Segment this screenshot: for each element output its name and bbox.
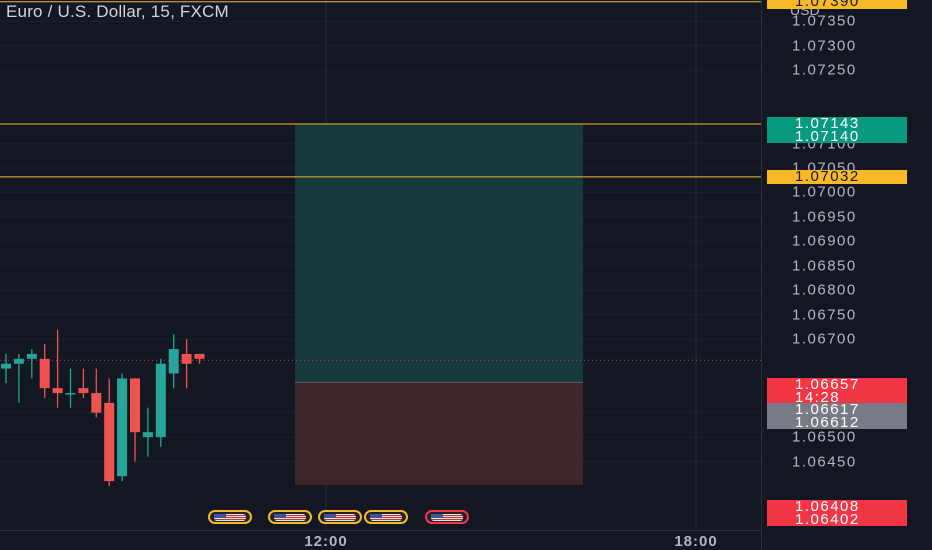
price-tick-label: 1.07300 (792, 37, 857, 55)
price-axis[interactable]: USD 1.07350 1.07300 1.07250 1.07100 1.07050 1… (761, 0, 932, 550)
price-tick-label: 1.07000 (792, 183, 857, 201)
candle-body (181, 353, 192, 364)
stop-loss-tag: 1.06408 1.06402 (767, 499, 907, 527)
candle-body (155, 363, 166, 438)
price-tick-label: 1.07250 (792, 61, 857, 79)
price-tick-label: 1.06950 (792, 208, 857, 226)
chart-canvas[interactable] (0, 0, 761, 530)
candle-body (91, 393, 102, 413)
candle-body (142, 432, 153, 438)
us-economic-event-icon[interactable] (425, 510, 469, 524)
time-axis[interactable]: 12:00 18:00 (0, 530, 761, 550)
candle-body (117, 378, 128, 477)
candle-body (194, 353, 205, 359)
price-tick-label: 1.06750 (792, 306, 857, 324)
profit-zone (295, 124, 583, 383)
candle-body (26, 353, 37, 359)
candle-body (130, 378, 140, 433)
candle-body (13, 358, 24, 364)
entry-price-tag: 1.06617 1.06612 (767, 402, 907, 430)
take-profit-tag: 1.07143 1.07140 (767, 116, 907, 144)
chart-area[interactable]: Euro / U.S. Dollar, 15, FXCM (0, 0, 761, 530)
time-label: 18:00 (674, 533, 718, 550)
symbol-title[interactable]: Euro / U.S. Dollar, 15, FXCM (6, 2, 229, 22)
price-tick-label: 1.07350 (792, 12, 857, 30)
candle-body (65, 393, 76, 395)
horizontal-line-price-tag: 1.07390 (767, 0, 907, 9)
candle-body (78, 388, 89, 394)
us-economic-event-icon[interactable] (208, 510, 252, 524)
loss-zone (295, 382, 583, 486)
price-tick-label: 1.06800 (792, 281, 857, 299)
us-economic-event-icon[interactable] (318, 510, 362, 524)
time-label: 12:00 (304, 533, 348, 550)
horizontal-line-price-tag: 1.07032 (767, 169, 907, 184)
price-tick-label: 1.06500 (792, 428, 857, 446)
price-tick-label: 1.06450 (792, 453, 857, 471)
us-economic-event-icon[interactable] (268, 510, 312, 524)
price-tick-label: 1.06700 (792, 330, 857, 348)
candle-body (39, 358, 50, 389)
candle-body (52, 388, 63, 394)
price-tick-label: 1.06900 (792, 232, 857, 250)
candle-body (1, 363, 11, 369)
us-economic-event-icon[interactable] (364, 510, 408, 524)
candle-body (104, 402, 115, 482)
price-tick-label: 1.06850 (792, 257, 857, 275)
candle-body (168, 349, 179, 374)
